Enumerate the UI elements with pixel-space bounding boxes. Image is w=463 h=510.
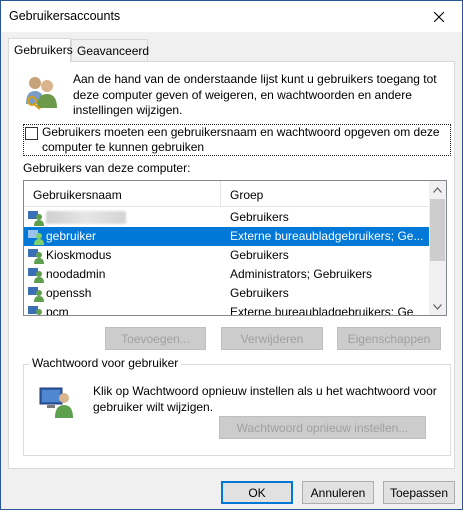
list-item-selected[interactable]: gebruiker Externe bureaubladgebruikers; …: [24, 227, 431, 246]
user-group: Externe bureaubladgebruikers; Ge: [230, 305, 414, 316]
user-icon: [28, 211, 44, 226]
user-group: Gebruikers: [230, 286, 289, 300]
list-item[interactable]: noodadmin Administrators; Gebruikers: [24, 265, 431, 284]
user-group: Administrators; Gebruikers: [230, 267, 373, 281]
users-list-caption: Gebruikers van deze computer:: [23, 161, 191, 175]
user-group: Externe bureaubladgebruikers; Ge...: [230, 229, 424, 243]
user-name: pcm: [46, 305, 69, 316]
require-login-checkbox-row[interactable]: Gebruikers moeten een gebruikersnaam en …: [23, 124, 451, 156]
password-help-text: Klik op Wachtwoord opnieuw instellen als…: [93, 384, 437, 414]
column-header-username[interactable]: Gebruikersnaam: [33, 188, 122, 202]
close-button[interactable]: [416, 1, 462, 32]
chevron-up-icon: [433, 186, 442, 193]
user-name: gebruiker: [46, 229, 97, 243]
list-scrollbar[interactable]: [429, 181, 446, 315]
users-icon: [26, 77, 57, 110]
user-icon: [28, 287, 44, 302]
column-separator[interactable]: [220, 181, 221, 206]
list-item[interactable]: Gebruikers: [24, 208, 431, 227]
title-bar[interactable]: Gebruikersaccounts: [1, 1, 462, 32]
intro-text: Aan de hand van de onderstaande lijst ku…: [73, 72, 437, 117]
password-groupbox-title: Wachtwoord voor gebruiker: [29, 356, 182, 370]
reset-password-button[interactable]: Wachtwoord opnieuw instellen...: [219, 416, 426, 439]
require-login-checkbox[interactable]: [25, 127, 38, 140]
user-group: Gebruikers: [230, 210, 289, 224]
tab-users[interactable]: Gebruikers: [8, 38, 73, 62]
close-icon: [434, 11, 444, 22]
users-list[interactable]: Gebruikersnaam Groep Gebruikers gebruike…: [23, 180, 447, 316]
user-icon: [28, 230, 44, 245]
list-item[interactable]: Kioskmodus Gebruikers: [24, 246, 431, 265]
cancel-button[interactable]: Annuleren: [302, 481, 374, 504]
scroll-down-button[interactable]: [429, 298, 446, 315]
apply-button[interactable]: Toepassen: [383, 481, 455, 504]
remove-user-button[interactable]: Verwijderen: [221, 327, 323, 350]
user-name: noodadmin: [46, 267, 106, 281]
require-login-label[interactable]: Gebruikers moeten een gebruikersnaam en …: [42, 125, 447, 155]
users-tab-panel: Aan de hand van de onderstaande lijst ku…: [8, 61, 455, 469]
scroll-up-button[interactable]: [429, 181, 446, 198]
tab-advanced[interactable]: Geavanceerd: [71, 39, 150, 61]
chevron-down-icon: [433, 303, 442, 310]
user-group: Gebruikers: [230, 248, 289, 262]
list-item[interactable]: pcm Externe bureaubladgebruikers; Ge: [24, 303, 431, 316]
ok-button[interactable]: OK: [221, 481, 293, 504]
add-user-button[interactable]: Toevoegen...: [105, 327, 206, 350]
tab-users-label: Gebruikers: [14, 43, 73, 57]
scroll-thumb[interactable]: [430, 199, 445, 261]
window-title: Gebruikersaccounts: [9, 9, 121, 23]
tab-advanced-label: Geavanceerd: [77, 44, 150, 58]
user-computer-icon: [39, 387, 73, 418]
user-icon: [28, 306, 42, 315]
list-item[interactable]: openssh Gebruikers: [24, 284, 431, 303]
user-name: openssh: [46, 286, 92, 300]
redacted-username: [46, 211, 126, 224]
list-header: Gebruikersnaam Groep: [24, 181, 431, 207]
user-icon: [28, 249, 44, 264]
user-name: Kioskmodus: [46, 248, 112, 262]
user-icon: [28, 268, 44, 283]
user-accounts-dialog: Gebruikersaccounts Gebruikers Geavanceer…: [0, 0, 463, 510]
properties-button[interactable]: Eigenschappen: [337, 327, 441, 350]
column-header-group[interactable]: Groep: [230, 188, 263, 202]
